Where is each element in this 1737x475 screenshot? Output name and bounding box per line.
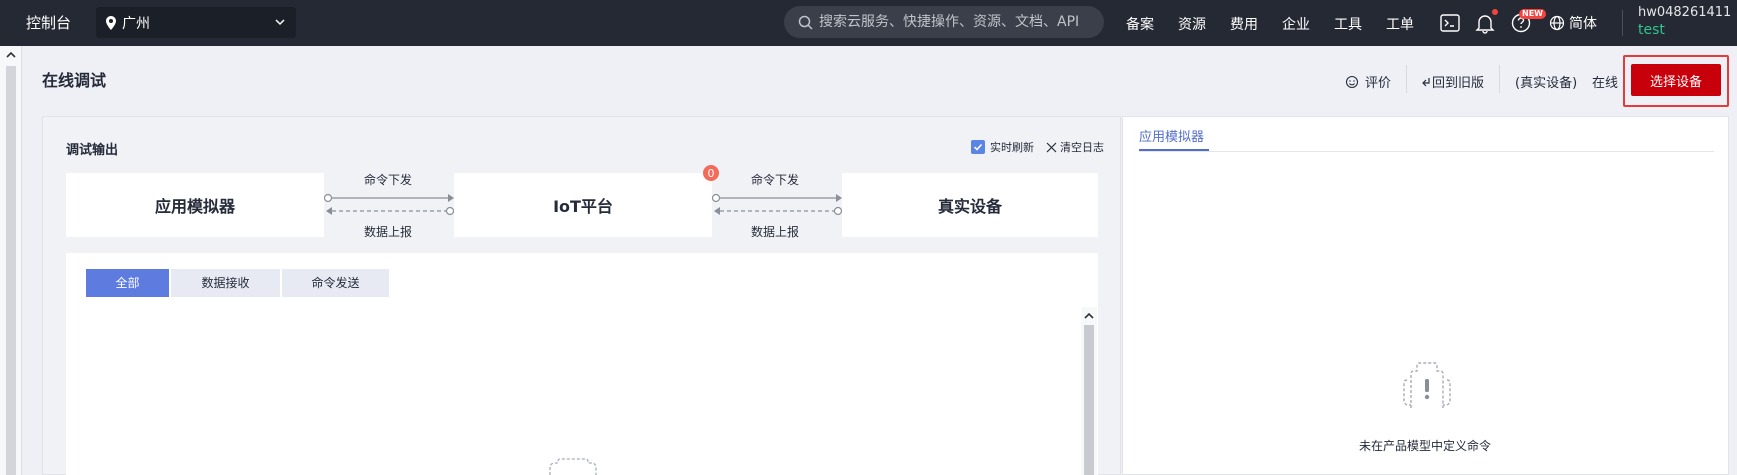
page-scrollbar[interactable] (0, 46, 22, 475)
notification-dot (1492, 9, 1498, 15)
empty-state-icon (1403, 362, 1451, 408)
tab-command-sent[interactable]: 命令发送 (282, 269, 389, 297)
bell-icon[interactable] (1474, 12, 1496, 34)
smiley-icon (1345, 75, 1359, 88)
back-to-old-button[interactable]: 回到旧版 (1421, 72, 1484, 91)
data-up-label-left: 数据上报 (364, 225, 413, 239)
realtime-refresh-checkbox[interactable]: 实时刷新 (971, 139, 1034, 155)
nav-filing[interactable]: 备案 (1126, 14, 1154, 34)
chevron-down-icon (275, 19, 285, 26)
clear-log-label: 清空日志 (1060, 141, 1104, 154)
subuser-name[interactable]: test (1638, 22, 1665, 38)
flow-device-box: 真实设备 (842, 173, 1098, 237)
flow-arrows-left-icon (323, 193, 455, 216)
scrollbar-thumb[interactable] (1084, 325, 1094, 475)
nav-resources[interactable]: 资源 (1178, 14, 1206, 34)
tab-app-simulator[interactable]: 应用模拟器 (1139, 126, 1204, 145)
no-command-message: 未在产品模型中定义命令 (1359, 439, 1492, 453)
nav-tools[interactable]: 工具 (1334, 14, 1362, 34)
log-scrollbar[interactable] (1081, 307, 1097, 475)
globe-icon (1549, 15, 1565, 31)
region-selector[interactable]: 广州 (96, 7, 296, 38)
return-arrow-icon (1422, 77, 1430, 86)
language-label: 简体 (1569, 16, 1597, 32)
clear-log-button[interactable]: 清空日志 (1046, 139, 1104, 155)
topbar-divider (1622, 10, 1623, 36)
search-input[interactable] (819, 14, 1089, 30)
top-bar: 控制台 广州 备案 资源 费用 企业 工具 工单 NEW 简体 hw048261… (0, 0, 1737, 46)
nav-tickets[interactable]: 工单 (1386, 14, 1414, 34)
flow-simulator-box: 应用模拟器 (66, 173, 324, 237)
new-badge: NEW (1519, 9, 1546, 19)
empty-state-icon (549, 458, 597, 475)
data-up-label-right: 数据上报 (751, 225, 800, 239)
tab-all[interactable]: 全部 (86, 269, 169, 297)
header-divider (1499, 65, 1500, 93)
cmd-down-label-left: 命令下发 (364, 173, 413, 187)
scrollbar-thumb[interactable] (6, 66, 16, 475)
rate-button[interactable]: 评价 (1345, 72, 1391, 91)
rate-label: 评价 (1365, 76, 1392, 91)
tab-divider (1139, 151, 1714, 152)
username[interactable]: hw048261411 (1638, 5, 1731, 20)
select-device-button[interactable]: 选择设备 (1631, 64, 1721, 96)
realtime-refresh-label: 实时刷新 (990, 141, 1034, 154)
nav-enterprise[interactable]: 企业 (1282, 14, 1310, 34)
flow-iot-box: IoT平台 (454, 173, 712, 237)
terminal-icon[interactable] (1439, 12, 1461, 34)
nav-billing[interactable]: 费用 (1230, 14, 1258, 34)
tab-data-received[interactable]: 数据接收 (171, 269, 280, 297)
language-switcher[interactable]: 简体 (1549, 13, 1597, 33)
search-icon (798, 15, 813, 30)
log-filter-tabs: 全部 数据接收 命令发送 (86, 269, 391, 297)
simulator-panel (1122, 116, 1729, 475)
pending-count-badge: 0 (703, 165, 719, 181)
page-title: 在线调试 (42, 71, 107, 90)
scroll-up-icon[interactable] (5, 49, 17, 59)
cmd-down-label-right: 命令下发 (751, 173, 800, 187)
checkbox-checked-icon (971, 140, 985, 154)
search-box[interactable] (784, 6, 1104, 38)
device-type-label: (真实设备) (1515, 76, 1578, 91)
back-to-old-label: 回到旧版 (1432, 76, 1485, 91)
scroll-up-icon[interactable] (1083, 310, 1095, 320)
region-label: 广州 (122, 15, 150, 32)
console-link[interactable]: 控制台 (26, 12, 71, 33)
flow-arrows-right-icon (711, 193, 843, 216)
device-status-label: 在线 (1592, 76, 1619, 91)
header-divider (1406, 65, 1407, 93)
debug-output-title: 调试输出 (66, 143, 119, 158)
close-icon (1046, 142, 1057, 152)
location-pin-icon (106, 15, 116, 30)
